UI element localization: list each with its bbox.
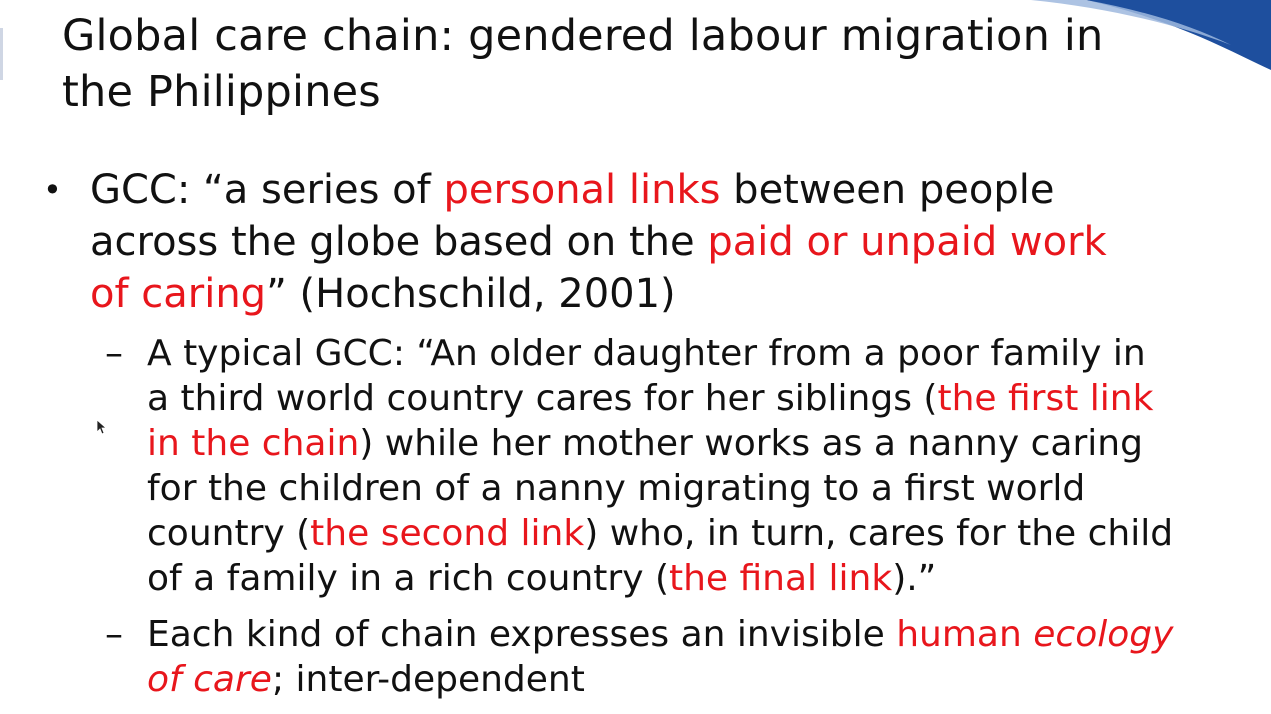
bullet-line: across the globe based on the paid or un… — [90, 216, 1250, 268]
bullet-line: of caring” (Hochschild, 2001) — [90, 268, 1250, 320]
highlight-of-caring: of caring — [90, 271, 267, 317]
text-run: across the globe based on the — [90, 219, 708, 265]
highlight-paid-unpaid-work: paid or unpaid work — [707, 219, 1107, 265]
slide: Global care chain: gendered labour migra… — [0, 0, 1271, 714]
sub-bullet-human-ecology: – Each kind of chain expresses an invisi… — [105, 612, 1257, 702]
text-run: ” (Hochschild, 2001) — [266, 271, 676, 317]
title-line-1: Global care chain: gendered labour migra… — [62, 11, 1104, 61]
highlight-second-link: the second link — [310, 513, 585, 554]
sub-bullet-typical-gcc: – A typical GCC: “An older daughter from… — [105, 331, 1257, 601]
highlight-of-care: of care — [147, 659, 272, 700]
highlight-in-the-chain: in the chain — [147, 423, 360, 464]
sub-bullet-line: for the children of a nanny migrating to… — [147, 468, 1086, 509]
bullet-gcc-definition: • GCC: “a series of personal links betwe… — [43, 164, 1250, 320]
sub-bullet-marker: – — [105, 614, 123, 655]
text-run: ) while her mother works as a nanny cari… — [359, 423, 1143, 464]
text-run: GCC: “a series of — [90, 167, 444, 213]
sub-bullet-line: a third world country cares for her sibl… — [147, 376, 1257, 421]
sub-bullet-line: in the chain) while her mother works as … — [147, 421, 1257, 466]
text-run: ; inter-dependent — [271, 659, 585, 700]
sub-bullet-line: Each kind of chain expresses an invisibl… — [147, 612, 1257, 657]
slide-title: Global care chain: gendered labour migra… — [62, 8, 1222, 120]
highlight-ecology: ecology — [1033, 614, 1174, 655]
sub-bullet-line: country (the second link) who, in turn, … — [147, 511, 1257, 556]
sub-bullet-line: of a family in a rich country (the final… — [147, 556, 1257, 601]
slide-edge-marker — [0, 28, 3, 80]
bullet-marker: • — [43, 171, 62, 209]
mouse-pointer-icon — [96, 419, 106, 435]
highlight-first-link: the first link — [937, 378, 1154, 419]
text-run: country ( — [147, 513, 311, 554]
text-run: Each kind of chain expresses an invisibl… — [147, 614, 897, 655]
text-run: between people — [720, 167, 1055, 213]
highlight-personal-links: personal links — [443, 167, 721, 213]
sub-bullet-line: A typical GCC: “An older daughter from a… — [147, 333, 1146, 374]
highlight-human: human — [896, 614, 1034, 655]
highlight-final-link: the final link — [668, 558, 893, 599]
bullet-line: GCC: “a series of personal links between… — [90, 164, 1250, 216]
text-run: ) who, in turn, cares for the child — [584, 513, 1174, 554]
text-run: of a family in a rich country ( — [147, 558, 669, 599]
text-run: a third world country cares for her sibl… — [147, 378, 938, 419]
title-line-2: the Philippines — [62, 67, 381, 117]
sub-bullet-line: of care; inter-dependent — [147, 657, 1257, 702]
text-run: ).” — [892, 558, 937, 599]
sub-bullet-marker: – — [105, 333, 123, 374]
